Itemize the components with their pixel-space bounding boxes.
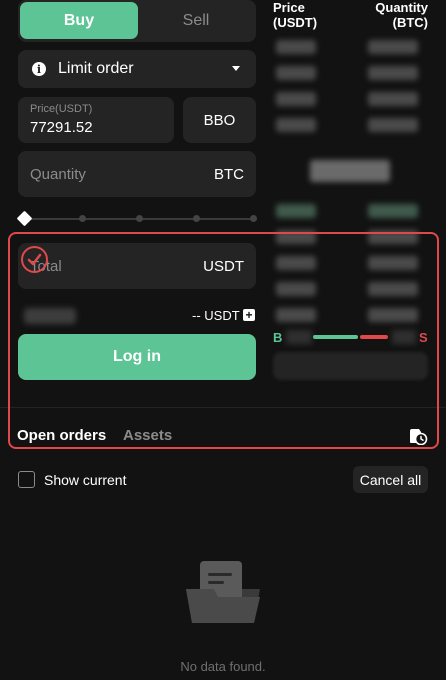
login-button[interactable]: Log in [18,334,256,380]
order-history-icon[interactable] [407,427,428,446]
empty-folder-icon [184,559,262,625]
price-value[interactable]: 77291.52 [30,119,162,136]
empty-state-text: No data found. [180,659,266,674]
price-input[interactable]: Price(USDT) 77291.52 [18,97,174,143]
quantity-placeholder: Quantity [30,165,86,183]
tab-assets[interactable]: Assets [123,427,172,444]
buy-tab[interactable]: Buy [20,2,138,39]
total-input[interactable]: Total USDT [18,243,256,289]
orderbook-price-header: Price (USDT) [273,0,318,30]
slider-handle[interactable] [16,210,33,227]
slider-step-75[interactable] [193,215,200,222]
total-unit: USDT [203,257,244,275]
slider-step-50[interactable] [136,215,143,222]
sell-ratio-value [392,330,416,344]
buy-ratio-marker: B [273,330,283,345]
slider-step-100[interactable] [250,215,257,222]
depth-select[interactable] [273,352,428,380]
tab-open-orders[interactable]: Open orders [17,427,106,444]
sell-tab[interactable]: Sell [138,2,254,39]
orderbook-quantity-header: Quantity (BTC) [375,0,428,30]
orderbook-rows[interactable] [270,34,428,330]
price-label: Price(USDT) [30,103,93,115]
buy-ratio-bar [313,335,358,339]
section-divider [0,407,446,408]
order-type-label: Limit order [58,60,134,77]
bbo-button[interactable]: BBO [183,97,256,143]
slider-step-25[interactable] [79,215,86,222]
buy-ratio-value [286,330,312,344]
sell-ratio-marker: S [419,330,428,345]
caret-down-icon [232,66,240,71]
available-balance: -- USDT [192,308,240,323]
plus-icon[interactable]: + [243,309,255,321]
info-icon[interactable]: i [32,62,46,76]
order-type-select[interactable]: i Limit order [18,50,256,88]
show-current-checkbox[interactable] [18,471,35,488]
quantity-unit: BTC [214,165,244,183]
show-current-label: Show current [44,472,127,488]
check-icon [21,246,48,273]
quantity-input[interactable]: Quantity BTC [18,151,256,197]
cancel-all-button[interactable]: Cancel all [353,466,428,493]
sell-ratio-bar [360,335,388,339]
available-label [24,308,76,324]
